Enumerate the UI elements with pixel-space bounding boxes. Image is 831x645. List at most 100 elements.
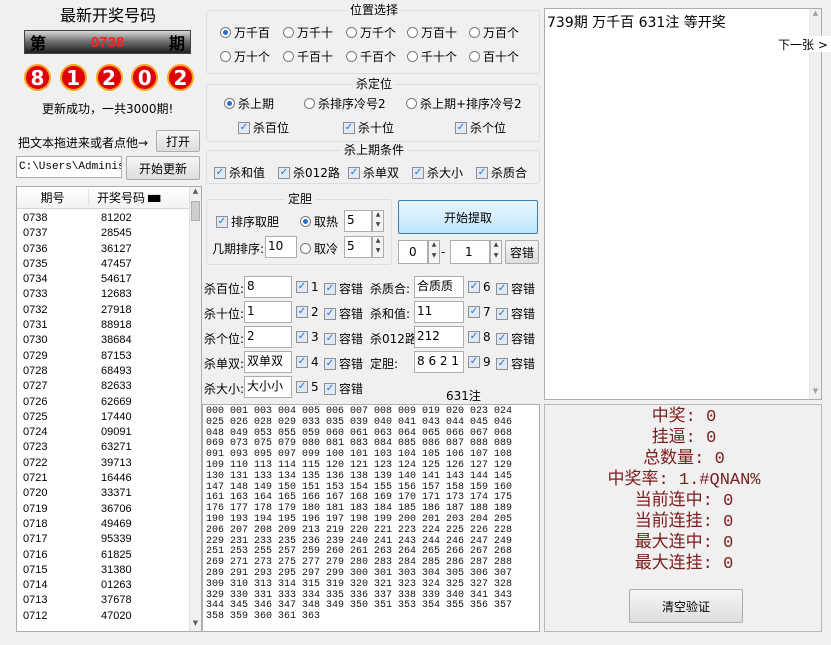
radio-hot[interactable]: 取热 (300, 213, 338, 230)
radio-position[interactable]: 万千百 (220, 24, 270, 41)
param-tolerance-check[interactable]: ✓ 容错 (324, 280, 363, 297)
spin-up-icon[interactable]: ▲ (373, 237, 383, 247)
history-row[interactable]: 0715 31380 (17, 563, 189, 578)
history-row[interactable]: 0712 47020 (17, 609, 189, 624)
param-input[interactable]: 双单双 (244, 351, 292, 373)
history-row[interactable]: 0727 82633 (17, 379, 189, 394)
start-update-button[interactable]: 开始更新 (126, 156, 200, 180)
history-scrollbar[interactable]: ▲ ▼ (189, 187, 201, 631)
param-tolerance-check[interactable]: ✓ 容错 (496, 355, 535, 372)
radio-kill-both[interactable]: 杀上期+排序冷号2 (406, 95, 522, 112)
range-to-spinner[interactable]: ▲ ▼ (490, 240, 502, 264)
param-enable-check[interactable]: ✓ 4 (296, 355, 319, 369)
radio-position[interactable]: 千百十 (283, 48, 333, 65)
history-row[interactable]: 0717 95339 (17, 532, 189, 547)
param-enable-check[interactable]: ✓ 5 (296, 380, 319, 394)
radio-kill-cold[interactable]: 杀排序冷号2 (304, 95, 386, 112)
radio-position[interactable]: 百十个 (469, 48, 519, 65)
spin-down-icon[interactable]: ▼ (429, 252, 439, 263)
scroll-down-icon[interactable]: ▼ (190, 619, 201, 631)
radio-kill-last[interactable]: 杀上期 (224, 95, 274, 112)
spin-up-icon[interactable]: ▲ (373, 211, 383, 221)
tolerance-button[interactable]: 容错 (505, 240, 539, 264)
check-condition[interactable]: ✓ 杀012路 (278, 164, 340, 181)
sort-periods-input[interactable]: 10 (265, 236, 297, 258)
history-row[interactable]: 0734 54617 (17, 272, 189, 287)
param-tolerance-check[interactable]: ✓ 容错 (324, 305, 363, 322)
history-row[interactable]: 0729 87153 (17, 349, 189, 364)
history-row[interactable]: 0718 49469 (17, 517, 189, 532)
history-row[interactable]: 0737 28545 (17, 226, 189, 241)
history-row[interactable]: 0733 12683 (17, 287, 189, 302)
next-sheet-link[interactable]: 下一张 > (778, 36, 831, 52)
check-condition[interactable]: ✓ 杀单双 (348, 164, 399, 181)
param-input[interactable]: 2 (244, 326, 292, 348)
history-row[interactable]: 0738 81202 (17, 211, 189, 226)
param-input[interactable]: 212 (414, 326, 464, 348)
radio-position[interactable]: 万千个 (346, 24, 396, 41)
history-row[interactable]: 0716 61825 (17, 548, 189, 563)
check-sort-dan[interactable]: ✓ 排序取胆 (216, 213, 279, 230)
history-row[interactable]: 0736 36127 (17, 242, 189, 257)
radio-position[interactable]: 千十个 (407, 48, 457, 65)
hot-spinner[interactable]: ▲ ▼ (372, 210, 384, 232)
history-row[interactable]: 0726 62669 (17, 395, 189, 410)
scroll-thumb[interactable] (191, 201, 200, 221)
history-row[interactable]: 0735 47457 (17, 257, 189, 272)
param-enable-check[interactable]: ✓ 3 (296, 330, 319, 344)
start-extract-button[interactable]: 开始提取 (398, 200, 538, 234)
history-row[interactable]: 0730 38684 (17, 333, 189, 348)
check-condition[interactable]: ✓ 杀质合 (476, 164, 527, 181)
range-to-input[interactable]: 1 (450, 240, 490, 264)
note-scrollbar[interactable]: ▲ ▼ (809, 9, 821, 399)
history-row[interactable]: 0728 68493 (17, 364, 189, 379)
history-row[interactable]: 0721 16446 (17, 471, 189, 486)
cold-count-input[interactable]: 5 (344, 236, 372, 258)
radio-position[interactable]: 万千十 (283, 24, 333, 41)
cold-spinner[interactable]: ▲ ▼ (372, 236, 384, 258)
spin-down-icon[interactable]: ▼ (491, 252, 501, 263)
radio-cold[interactable]: 取冷 (300, 240, 338, 257)
scroll-up-icon[interactable]: ▲ (190, 187, 201, 199)
file-path-input[interactable]: C:\Users\Administ (16, 156, 122, 178)
history-row[interactable]: 0724 09091 (17, 425, 189, 440)
range-from-spinner[interactable]: ▲ ▼ (428, 240, 440, 264)
param-input[interactable]: 合质质 (414, 276, 464, 298)
open-button[interactable]: 打开 (156, 130, 200, 152)
radio-position[interactable]: 万百个 (469, 24, 519, 41)
param-input[interactable]: 大小小 (244, 376, 292, 398)
param-tolerance-check[interactable]: ✓ 容错 (496, 330, 535, 347)
radio-position[interactable]: 千百个 (346, 48, 396, 65)
param-enable-check[interactable]: ✓ 1 (296, 280, 319, 294)
spin-down-icon[interactable]: ▼ (373, 247, 383, 257)
col-issue[interactable]: 期号 (17, 189, 89, 206)
spin-up-icon[interactable]: ▲ (429, 241, 439, 252)
clear-verify-button[interactable]: 清空验证 (629, 589, 743, 623)
radio-position[interactable]: 万百十 (407, 24, 457, 41)
param-input[interactable]: 11 (414, 301, 464, 323)
history-row[interactable]: 0731 88918 (17, 318, 189, 333)
param-input[interactable]: 1 (244, 301, 292, 323)
radio-position[interactable]: 万十个 (220, 48, 270, 65)
param-input[interactable]: 8 6 2 1 7 (414, 351, 464, 373)
range-from-input[interactable]: 0 (398, 240, 428, 264)
history-row[interactable]: 0720 33371 (17, 486, 189, 501)
history-row[interactable]: 0725 17440 (17, 410, 189, 425)
check-condition[interactable]: ✓ 杀和值 (214, 164, 265, 181)
col-number[interactable]: 开奖号码 (89, 189, 145, 206)
param-tolerance-check[interactable]: ✓ 容错 (324, 380, 363, 397)
param-input[interactable]: 8 (244, 276, 292, 298)
scroll-down-icon[interactable]: ▼ (810, 387, 821, 399)
param-tolerance-check[interactable]: ✓ 容错 (496, 280, 535, 297)
hot-count-input[interactable]: 5 (344, 210, 372, 232)
history-row[interactable]: 0714 01263 (17, 578, 189, 593)
param-tolerance-check[interactable]: ✓ 容错 (324, 355, 363, 372)
param-enable-check[interactable]: ✓ 2 (296, 305, 319, 319)
history-row[interactable]: 0719 36706 (17, 502, 189, 517)
check-kill-units[interactable]: ✓ 杀个位 (455, 119, 506, 136)
check-kill-hundreds[interactable]: ✓ 杀百位 (238, 119, 289, 136)
note-area[interactable]: 739期 万千百 631注 等开奖 ▲ ▼ (544, 8, 822, 400)
param-enable-check[interactable]: ✓ 6 (468, 280, 491, 294)
spin-down-icon[interactable]: ▼ (373, 221, 383, 231)
check-condition[interactable]: ✓ 杀大小 (412, 164, 463, 181)
